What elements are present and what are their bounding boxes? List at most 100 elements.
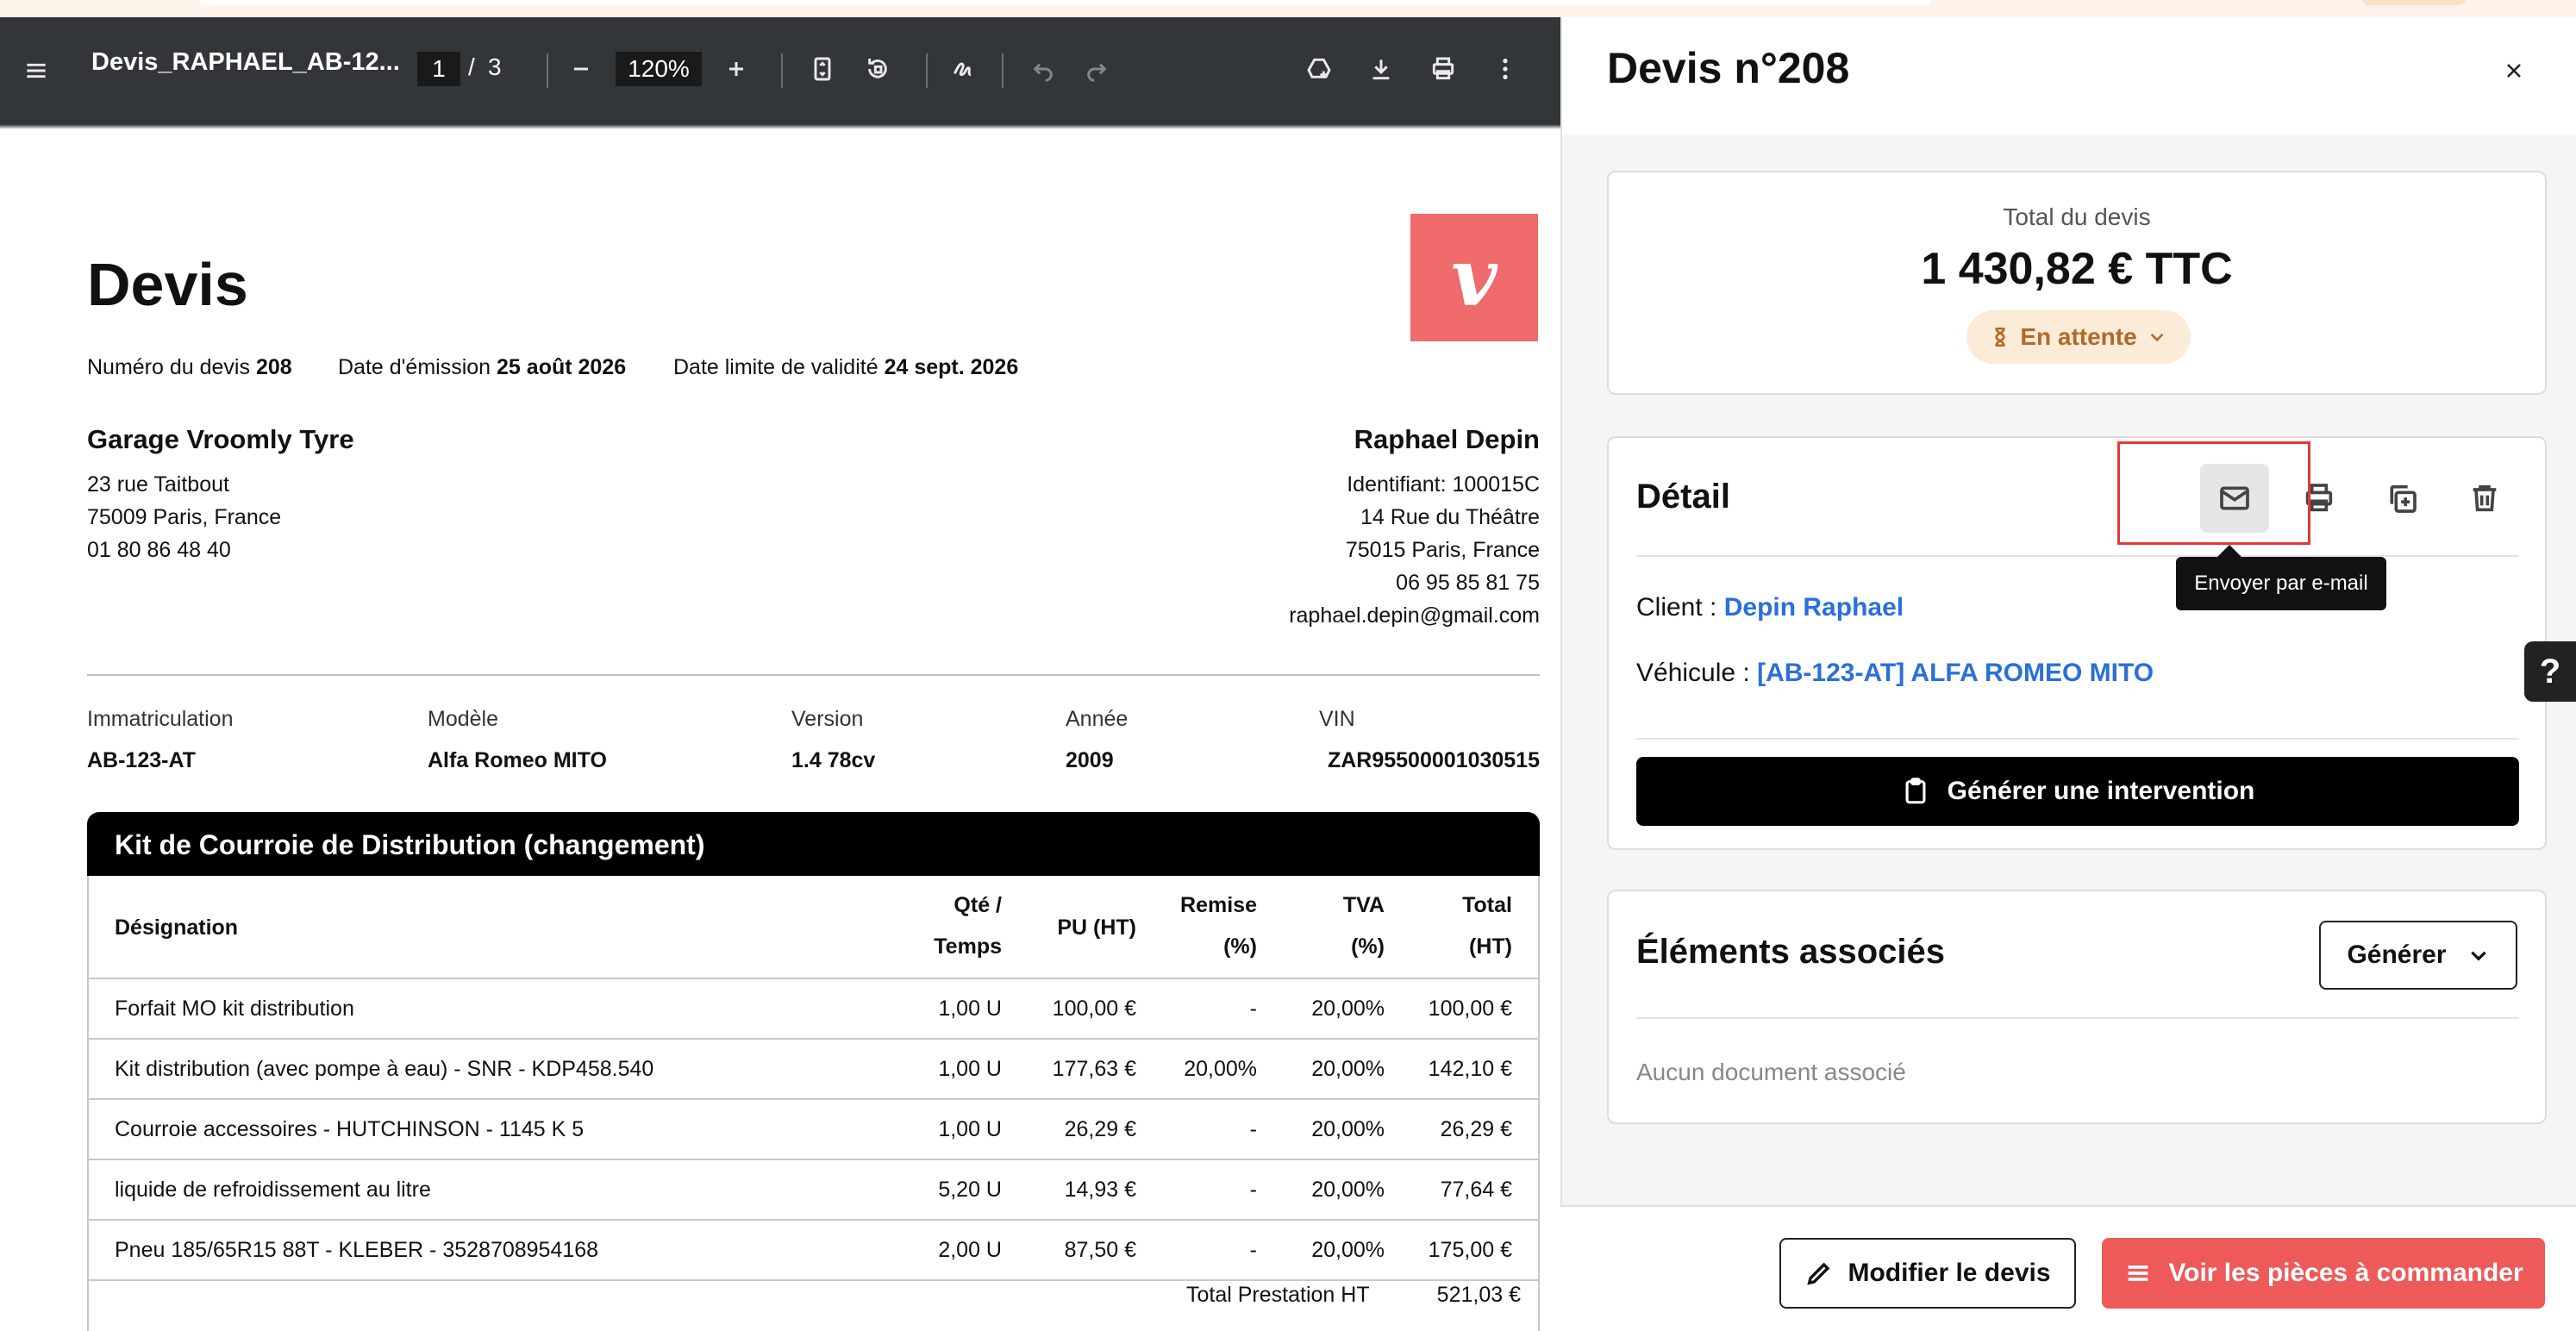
zoom-in-icon[interactable]: [716, 48, 757, 90]
close-icon[interactable]: [2497, 53, 2531, 88]
company-logo: v: [1410, 214, 1538, 341]
pencil-icon: [1807, 1262, 1830, 1285]
undo-icon[interactable]: [1022, 48, 1064, 90]
zoom-level-input[interactable]: 120%: [616, 52, 702, 86]
cell-discount: -: [1249, 997, 1257, 1021]
list-icon: [2129, 1265, 2148, 1281]
trash-icon: [2473, 484, 2497, 512]
rotate-icon[interactable]: [857, 48, 898, 90]
client-email: raphael.depin@gmail.com: [1289, 603, 1540, 628]
divider: [87, 674, 1540, 676]
column-header: PU (HT): [1057, 915, 1136, 940]
total-prestation-value: 521,03 €: [1436, 1283, 1521, 1307]
cell-unit-price: 26,29 €: [1064, 1117, 1136, 1141]
client-address-line: 75015 Paris, France: [1345, 538, 1540, 562]
client-name: Raphael Depin: [1354, 424, 1540, 454]
pdf-toolbar: Devis_RAPHAEL_AB-12... 1 / 3 120%: [0, 17, 1560, 124]
more-options-icon[interactable]: [1485, 48, 1526, 90]
duplicate-icon: [2390, 484, 2417, 513]
vehicle-label: Immatriculation: [87, 707, 234, 731]
pdf-viewer: Devis_RAPHAEL_AB-12... 1 / 3 120% Devis …: [0, 17, 1560, 1331]
cell-qty: 5,20 U: [938, 1178, 1002, 1202]
detail-card: Détail Client : Depin Raphael Véhicule :…: [1607, 436, 2547, 850]
generate-label: Générer: [2347, 940, 2447, 969]
duplicate-button[interactable]: [2367, 464, 2436, 533]
cell-total: 100,00 €: [1428, 997, 1512, 1021]
page-separator: /: [468, 53, 475, 80]
view-parts-label: Voir les pièces à commander: [2168, 1259, 2523, 1287]
view-parts-button[interactable]: Voir les pièces à commander: [2102, 1238, 2545, 1309]
generate-dropdown-button[interactable]: Générer: [2319, 921, 2517, 990]
total-card: Total du devis 1 430,82 € TTC En attente: [1607, 171, 2547, 395]
clipboard-icon: [1905, 778, 1926, 804]
total-amount: 1 430,82 € TTC: [1921, 244, 2233, 294]
total-label: Total du devis: [2003, 203, 2151, 230]
table-row: Pneu 185/65R15 88T - KLEBER - 3528708954…: [89, 1221, 1538, 1281]
client-phone: 06 95 85 81 75: [1396, 571, 1540, 595]
browser-top-strip: [0, 0, 2576, 17]
help-button[interactable]: ?: [2524, 641, 2576, 702]
delete-button[interactable]: [2450, 464, 2519, 533]
vehicle-model: Alfa Romeo MITO: [428, 748, 607, 772]
download-icon[interactable]: [1360, 48, 1402, 90]
cell-discount: -: [1249, 1178, 1257, 1202]
generate-intervention-button[interactable]: Générer une intervention: [1636, 757, 2519, 826]
pdf-filename: Devis_RAPHAEL_AB-12...: [91, 48, 400, 76]
total-prestation-label: Total Prestation HT: [1186, 1283, 1370, 1307]
divider: [1636, 1017, 2519, 1019]
page-total: 3: [488, 53, 502, 80]
cell-designation: Pneu 185/65R15 88T - KLEBER - 3528708954…: [115, 1238, 599, 1262]
table-row: Kit distribution (avec pompe à eau) - SN…: [89, 1040, 1538, 1100]
generate-intervention-label: Générer une intervention: [1947, 777, 2255, 805]
vehicle-vin: ZAR95500001030515: [1327, 748, 1540, 772]
cell-vat: 20,00%: [1311, 997, 1385, 1021]
table-header-row: Désignation Qté / Temps PU (HT) Remise (%)…: [89, 876, 1538, 979]
cell-discount: 20,00%: [1184, 1057, 1257, 1081]
edit-quote-label: Modifier le devis: [1848, 1259, 2051, 1287]
hourglass-icon: [1995, 327, 2005, 347]
pdf-page: Devis v Numéro du devis 208 Date d'émiss…: [0, 129, 1560, 1331]
annotate-icon[interactable]: [943, 48, 985, 90]
save-to-drive-icon[interactable]: [1298, 48, 1340, 90]
cell-discount: -: [1249, 1117, 1257, 1141]
vehicle-label: Modèle: [428, 707, 498, 731]
client-link[interactable]: Depin Raphael: [1724, 593, 1904, 622]
vehicle-plate: AB-123-AT: [87, 748, 196, 772]
menu-icon[interactable]: [16, 50, 57, 91]
print-icon[interactable]: [1422, 48, 1464, 90]
column-header: TVA (%): [1342, 893, 1385, 959]
toolbar-divider: [547, 53, 548, 88]
address-bar: [198, 0, 1931, 5]
client-id: Identifiant: 100015C: [1347, 472, 1540, 497]
page-number-input[interactable]: 1: [417, 52, 460, 86]
status-badge[interactable]: En attente: [1966, 310, 2191, 364]
garage-address-line: 23 rue Taitbout: [87, 472, 229, 497]
quote-side-panel: Devis n°208 Total du devis 1 430,82 € TT…: [1560, 17, 2576, 1331]
issue-date: Date d'émission 25 août 2026: [338, 355, 627, 379]
cell-unit-price: 14,93 €: [1064, 1178, 1136, 1202]
cell-total: 26,29 €: [1440, 1117, 1512, 1141]
divider: [1636, 738, 2519, 740]
zoom-out-icon[interactable]: [560, 48, 602, 90]
column-header: Désignation: [115, 915, 239, 940]
edit-quote-button[interactable]: Modifier le devis: [1779, 1238, 2076, 1309]
fit-page-icon[interactable]: [802, 48, 843, 90]
toolbar-divider: [781, 53, 783, 88]
vehicle-label: Version: [791, 707, 864, 731]
cell-total: 142,10 €: [1428, 1057, 1512, 1081]
vehicle-link[interactable]: [AB-123-AT] ALFA ROMEO MITO: [1757, 659, 2154, 687]
column-header: Total (HT): [1462, 893, 1512, 959]
toolbar-divider: [1002, 53, 1004, 88]
redo-icon[interactable]: [1076, 48, 1117, 90]
section-title: Kit de Courroie de Distribution (changem…: [87, 812, 1540, 876]
cell-qty: 2,00 U: [938, 1238, 1002, 1262]
cell-unit-price: 100,00 €: [1052, 997, 1136, 1021]
table-row: liquide de refroidissement au litre 5,20…: [89, 1160, 1538, 1221]
garage-phone: 01 80 86 48 40: [87, 538, 231, 562]
quote-table: Désignation Qté / Temps PU (HT) Remise (%)…: [87, 876, 1540, 1331]
cell-designation: Courroie accessoires - HUTCHINSON - 1145…: [115, 1117, 585, 1141]
vehicle-field: Véhicule : [AB-123-AT] ALFA ROMEO MITO: [1636, 659, 2154, 687]
cell-designation: Forfait MO kit distribution: [115, 997, 354, 1021]
cell-vat: 20,00%: [1311, 1057, 1385, 1081]
empty-associated-text: Aucun document associé: [1636, 1059, 1906, 1085]
